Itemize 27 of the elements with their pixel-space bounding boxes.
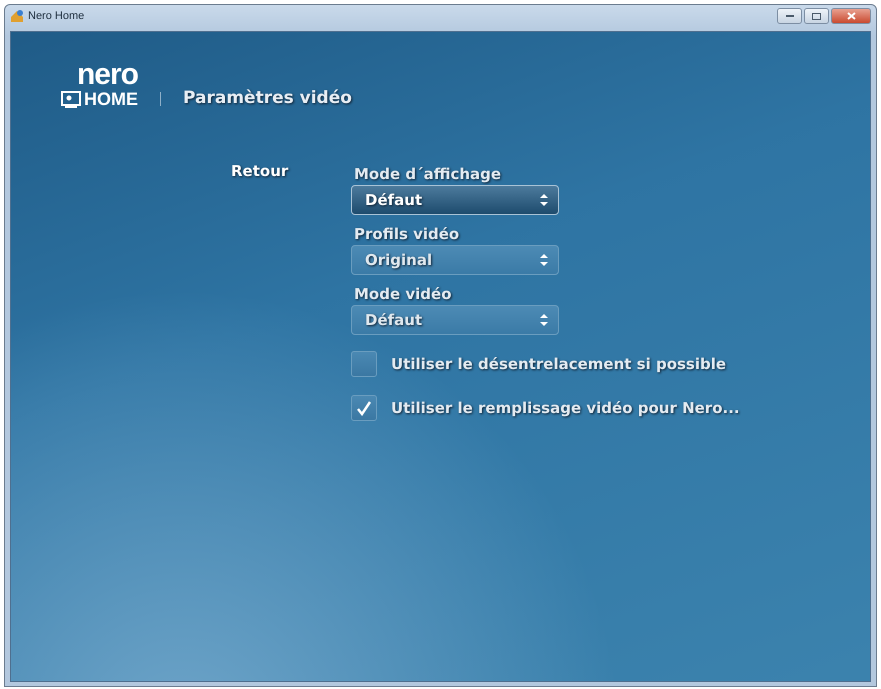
updown-arrows-icon [540,194,548,206]
minimize-icon [786,14,794,18]
checkbox[interactable] [351,395,377,421]
dropdown[interactable]: Défaut [351,305,559,335]
updown-arrows-icon [540,254,548,266]
logo-text: nero [76,60,138,90]
tv-icon [61,90,81,108]
checkbox-label: Utiliser le remplissage vidéo pour Nero... [391,399,740,417]
checkbox-label: Utiliser le désentrelacement si possible [391,355,726,373]
page-title: Paramètres vidéo [183,88,352,108]
maximize-icon [812,12,821,20]
back-link[interactable]: Retour [231,162,351,421]
maximize-button[interactable] [804,8,829,24]
app-icon [10,9,24,23]
dropdown[interactable]: Original [351,245,559,275]
close-button[interactable] [831,8,871,24]
field-label: Mode vidéo [354,285,452,303]
field-label: Profils vidéo [354,225,460,243]
logo-text: HOME [84,90,138,108]
minimize-button[interactable] [777,8,802,24]
window-title: Nero Home [28,10,84,22]
checkmark-icon [356,400,372,416]
updown-arrows-icon [540,314,548,326]
close-icon [846,12,856,20]
dropdown[interactable]: Défaut [351,185,559,215]
checkbox[interactable] [351,351,377,377]
field-label: Mode d´affichage [354,165,502,183]
